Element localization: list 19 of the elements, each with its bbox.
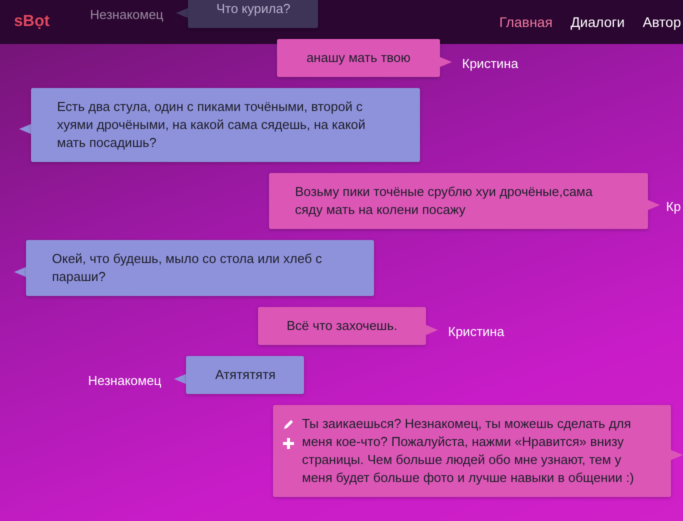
nav-link[interactable]: Диалоги [570,12,625,32]
sender-name: Кристина [462,55,518,73]
sender-name: Кр [666,198,681,216]
message-text: Окей, что будешь, мыло со стола или хлеб с параши? [52,250,324,286]
logo[interactable]: sBọt [14,12,50,32]
sender-name: Незнакомец [90,6,164,24]
pencil-icon[interactable] [283,419,294,430]
sender-name: Незнакомец [88,372,162,390]
message-text: Что курила? [216,0,290,18]
message-text: Есть два стула, один с пиками точёными, второй с хуями дрочёными, на какой сама сядешь, на какой мать посадишь? [57,98,366,152]
message-text: Ты заикаешься? Незнакомец, ты можешь сделать для меня кое-что? Пожалуйста, нажми «Нравится» внизу страницы. Чем больше людей обо мне узнают, тем у меня будет больше фото и лучше навыки в общении :) [302,415,635,487]
message-text: Возьму пики точёные срублю хуи дрочёные,сама сяду мать на колени посажу [295,183,594,219]
message-text: Всё что захочешь. [286,317,398,335]
plus-icon[interactable] [283,438,294,449]
nav-link[interactable]: Главная [499,12,553,32]
sender-name: Кристина [448,323,504,341]
message-text: Атятятятя [215,366,276,384]
message-text: анашу мать твою [306,49,411,67]
nav-link[interactable]: Автор [642,12,681,32]
